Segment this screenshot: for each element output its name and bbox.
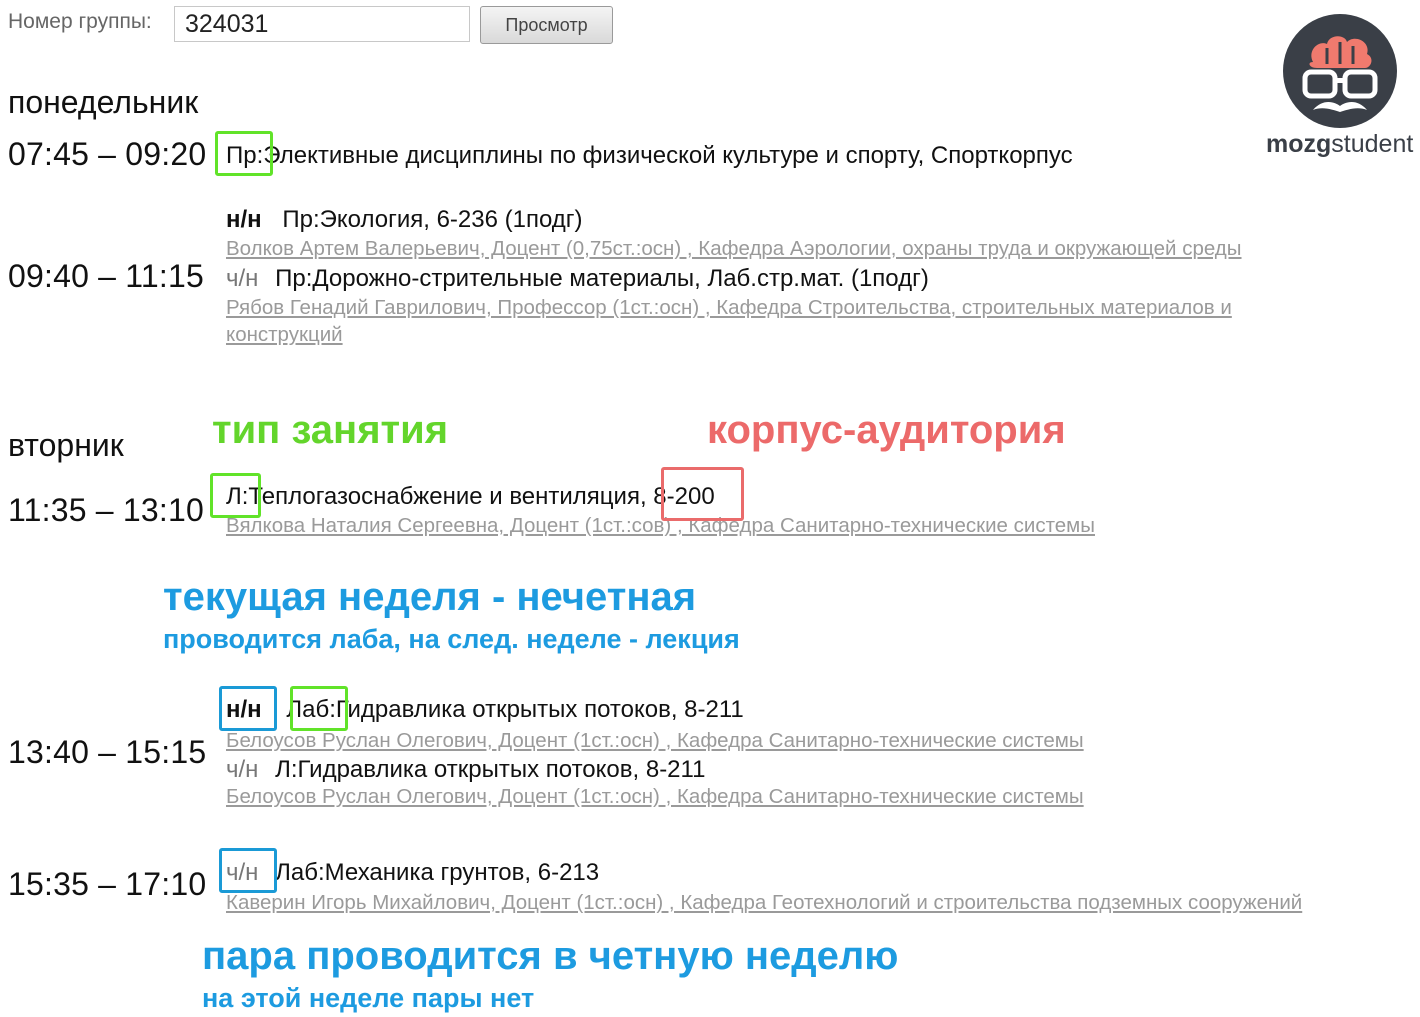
group-number-input[interactable] — [174, 6, 470, 42]
lesson-soil-mechanics-text: Лаб:Механика грунтов, 6-213 — [275, 859, 600, 886]
brain-glasses-icon — [1283, 14, 1397, 128]
lesson-building-materials: ч/н Пр:Дорожно-стрительные материалы, Ла… — [226, 265, 929, 293]
lesson-physical-education: Пр:Элективные дисциплины по физической к… — [226, 142, 1073, 169]
week-even-label: ч/н — [226, 756, 259, 783]
mozgstudent-logo — [1283, 14, 1397, 128]
logo-wordmark: mozgstudent — [1266, 130, 1413, 159]
room-highlight — [661, 467, 744, 521]
lesson-building-materials-text: Пр:Дорожно-стрительные материалы, Лаб.ст… — [275, 265, 929, 292]
time-slot-1340: 13:40 – 15:15 — [8, 734, 207, 770]
teacher-link[interactable]: Белоусов Руслан Олегович, Доцент (1ст.:о… — [226, 729, 1084, 753]
lesson-type-highlight — [215, 131, 273, 176]
teacher-link[interactable]: Каверин Игорь Михайлович, Доцент (1ст.:о… — [226, 891, 1302, 915]
even-week-highlight — [219, 848, 277, 893]
lesson-hydraulics-lecture-text: Л:Гидравлика открытых потоков, 8-211 — [275, 756, 706, 783]
annotation-even-week-title: пара проводится в четную неделю — [202, 934, 899, 978]
group-number-label: Номер группы: — [8, 10, 152, 33]
week-even-label: ч/н — [226, 265, 259, 292]
time-slot-1135: 11:35 – 13:10 — [8, 492, 204, 528]
lesson-hydraulics-lab-text: Лаб:Гидравлика открытых потоков, 8-211 — [286, 696, 744, 723]
annotation-lesson-type: тип занятия — [212, 408, 449, 452]
week-odd-label: н/н — [226, 206, 262, 233]
lesson-ecology-text: Пр:Экология, 6-236 (1подг) — [282, 206, 583, 233]
annotation-week-odd-title: текущая неделя - нечетная — [163, 575, 697, 619]
annotation-even-week-subtitle: на этой неделе пары нет — [202, 983, 535, 1013]
teacher-link[interactable]: Белоусов Руслан Олегович, Доцент (1ст.:о… — [226, 785, 1084, 809]
lesson-ecology: н/н Пр:Экология, 6-236 (1подг) — [226, 206, 583, 234]
teacher-link-continuation[interactable]: конструкций — [226, 323, 343, 347]
day-heading-monday: понедельник — [8, 84, 199, 120]
lesson-type-highlight — [290, 686, 348, 731]
lesson-hydraulics-lecture: ч/н Л:Гидравлика открытых потоков, 8-211 — [226, 756, 705, 784]
view-button[interactable]: Просмотр — [480, 6, 613, 44]
odd-week-highlight — [219, 686, 277, 731]
annotation-week-odd-subtitle: проводится лаба, на след. неделе - лекци… — [163, 624, 740, 654]
day-heading-tuesday: вторник — [8, 427, 124, 463]
annotation-building-room: корпус-аудитория — [707, 408, 1066, 452]
teacher-link[interactable]: Волков Артем Валерьевич, Доцент (0,75ст.… — [226, 237, 1242, 261]
lesson-soil-mechanics: ч/н Лаб:Механика грунтов, 6-213 — [226, 859, 599, 887]
teacher-link[interactable]: Рябов Генадий Гаврилович, Профессор (1ст… — [226, 296, 1232, 320]
time-slot-0745: 07:45 – 09:20 — [8, 136, 207, 172]
time-slot-1535: 15:35 – 17:10 — [8, 866, 207, 902]
logo-wordmark-regular: student — [1331, 130, 1414, 158]
lesson-heating-ventilation: Л:Теплогазоснабжение и вентиляция, 8-200 — [226, 483, 715, 510]
lesson-type-highlight — [210, 473, 261, 518]
logo-wordmark-bold: mozg — [1266, 130, 1332, 158]
time-slot-0940: 09:40 – 11:15 — [8, 258, 204, 294]
